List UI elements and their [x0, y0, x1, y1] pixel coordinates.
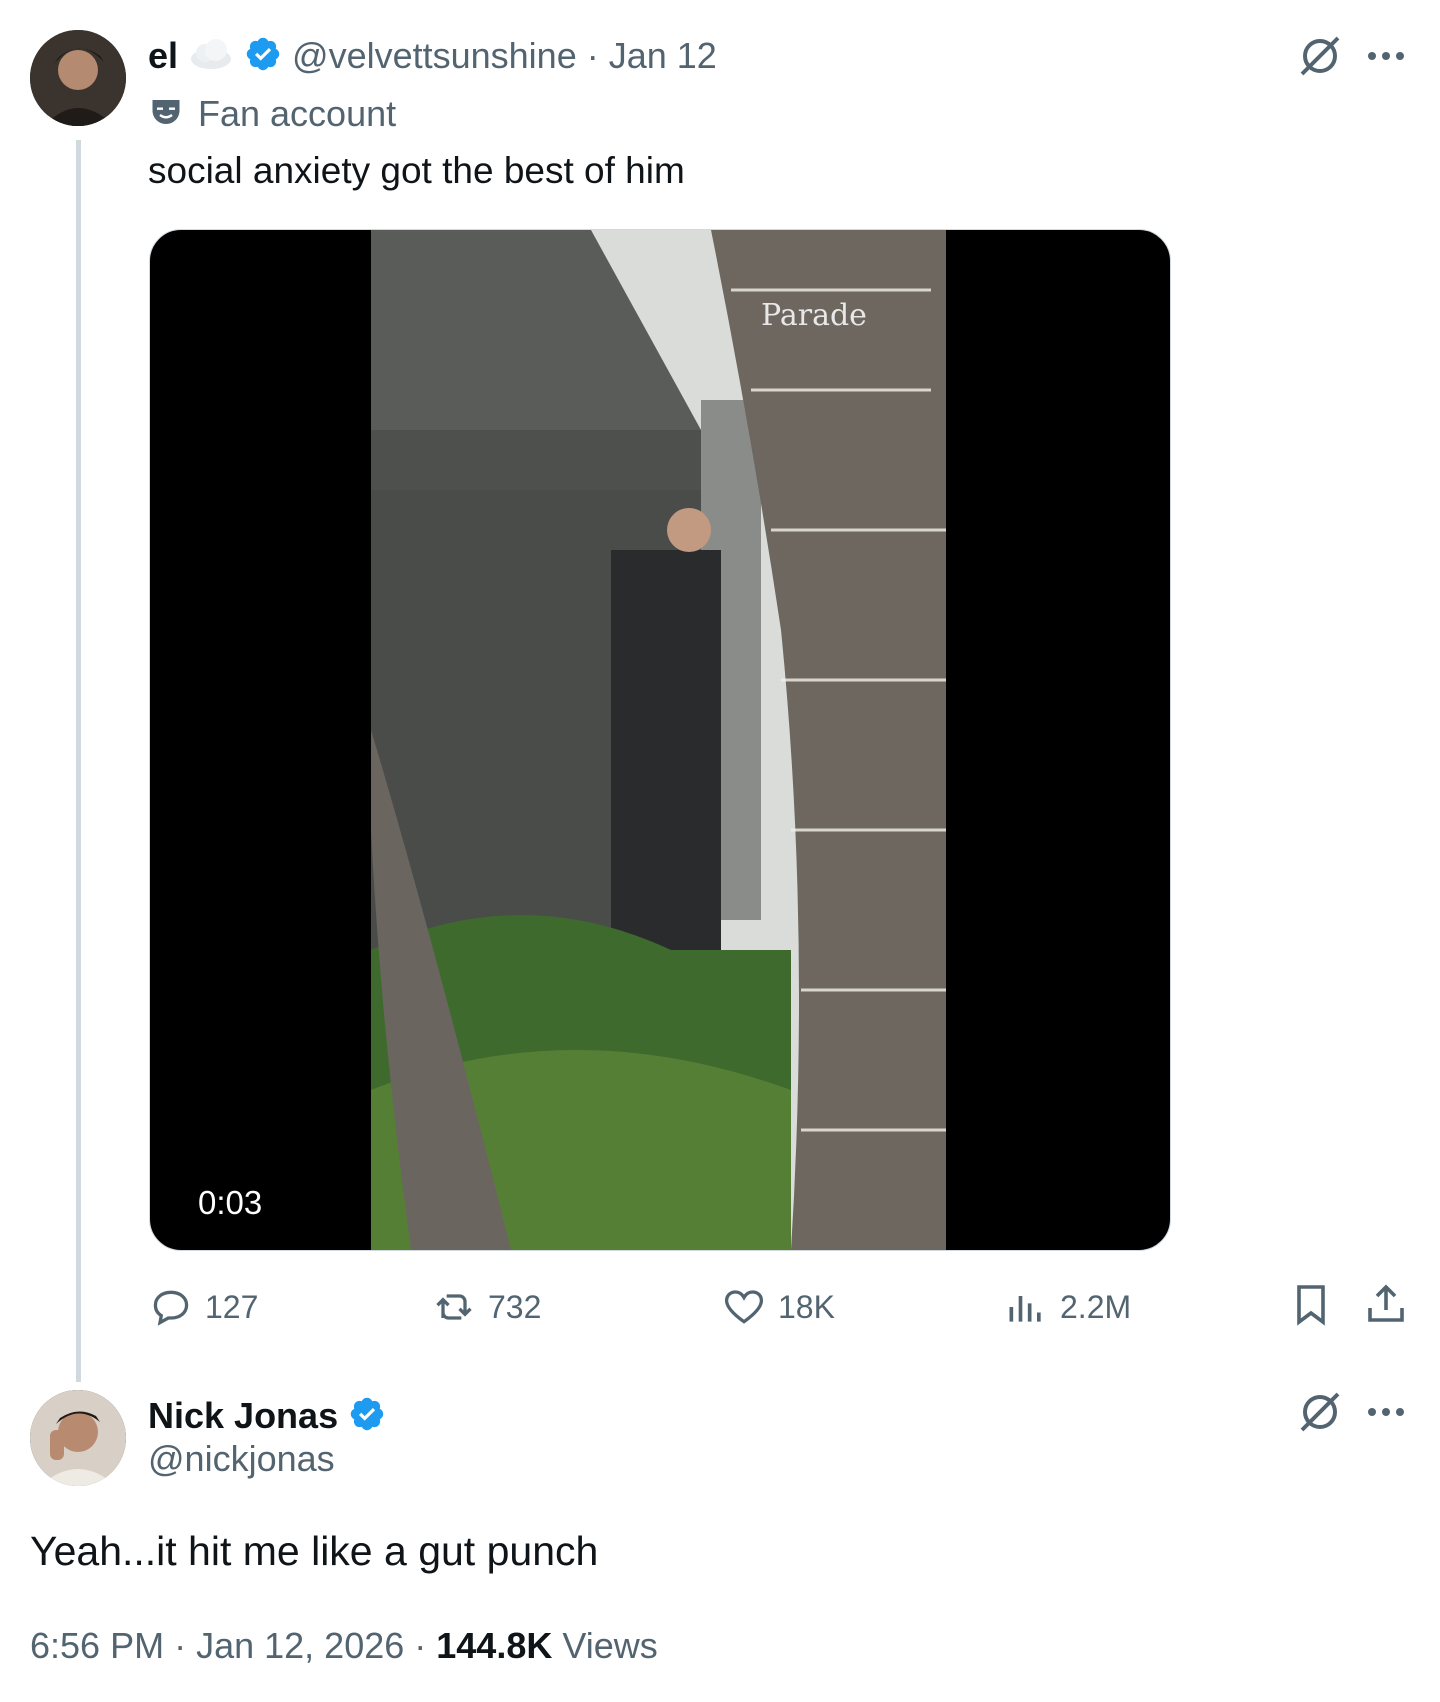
reply-display-name[interactable]: Nick Jonas [148, 1395, 338, 1437]
reply-time[interactable]: 6:56 PM [30, 1625, 164, 1667]
heart-icon [724, 1290, 764, 1324]
parent-tweet-header: el @velvettsunshine · Jan 12 [148, 30, 717, 82]
reply-meta-line: 6:56 PM · Jan 12, 2026 · 144.8K Views [30, 1625, 658, 1667]
avatar-nick-jonas[interactable] [30, 1390, 126, 1486]
like-button[interactable]: 18K [722, 1285, 835, 1329]
parent-tweet-text: social anxiety got the best of him [148, 150, 685, 191]
repost-icon [436, 1294, 472, 1320]
repost-button[interactable]: 732 [432, 1285, 541, 1329]
parent-display-name[interactable]: el [148, 35, 178, 77]
reply-handle[interactable]: @nickjonas [148, 1438, 335, 1480]
reply-tweet-text: Yeah...it hit me like a gut punch [30, 1528, 599, 1574]
verified-badge-icon [348, 1395, 386, 1438]
reply-button[interactable]: 127 [149, 1285, 258, 1329]
meta-separator: · [414, 1625, 427, 1666]
bookmark-button[interactable] [1287, 1280, 1335, 1333]
fan-account-text: Fan account [198, 93, 397, 134]
reply-count: 127 [205, 1288, 259, 1325]
views-button[interactable]: 2.2M [1004, 1285, 1131, 1329]
meta-separator: · [586, 35, 599, 76]
like-count: 18K [778, 1288, 835, 1325]
reply-tweet-header: Nick Jonas [148, 1390, 386, 1442]
analytics-icon [1009, 1296, 1041, 1322]
grok-icon[interactable] [1296, 32, 1344, 85]
reply-views-count: 144.8K [436, 1625, 553, 1666]
reply-views: 144.8K Views [436, 1625, 658, 1667]
theater-mask-icon [148, 94, 184, 135]
reply-views-label: Views [562, 1625, 658, 1666]
reply-date[interactable]: Jan 12, 2026 [196, 1625, 404, 1667]
avatar-el[interactable] [30, 30, 126, 126]
reply-icon [153, 1290, 189, 1326]
video-duration: 0:03 [198, 1184, 263, 1221]
verified-badge-icon [244, 35, 282, 78]
repost-count: 732 [488, 1288, 542, 1325]
video-frame: Parade [371, 230, 946, 1250]
avatar-nick-jonas-image [30, 1390, 126, 1486]
parent-handle[interactable]: @velvettsunshine [292, 35, 577, 77]
video-player[interactable]: Parade 0:03 [149, 229, 1171, 1251]
share-button[interactable] [1362, 1280, 1410, 1333]
grok-icon[interactable] [1296, 1388, 1344, 1441]
more-icon[interactable] [1362, 32, 1410, 85]
more-icon[interactable] [1362, 1388, 1410, 1441]
share-icon [1368, 1284, 1404, 1322]
parent-date[interactable]: Jan 12 [609, 35, 717, 77]
avatar-el-image [30, 30, 126, 126]
meta-separator: · [174, 1625, 187, 1666]
views-count: 2.2M [1060, 1288, 1132, 1325]
cloud-icon [188, 37, 234, 76]
thread-connector-line [76, 140, 81, 1382]
video-watermark: Parade [761, 298, 867, 333]
bookmark-icon [1297, 1285, 1325, 1326]
fan-account-label: Fan account [148, 88, 396, 140]
